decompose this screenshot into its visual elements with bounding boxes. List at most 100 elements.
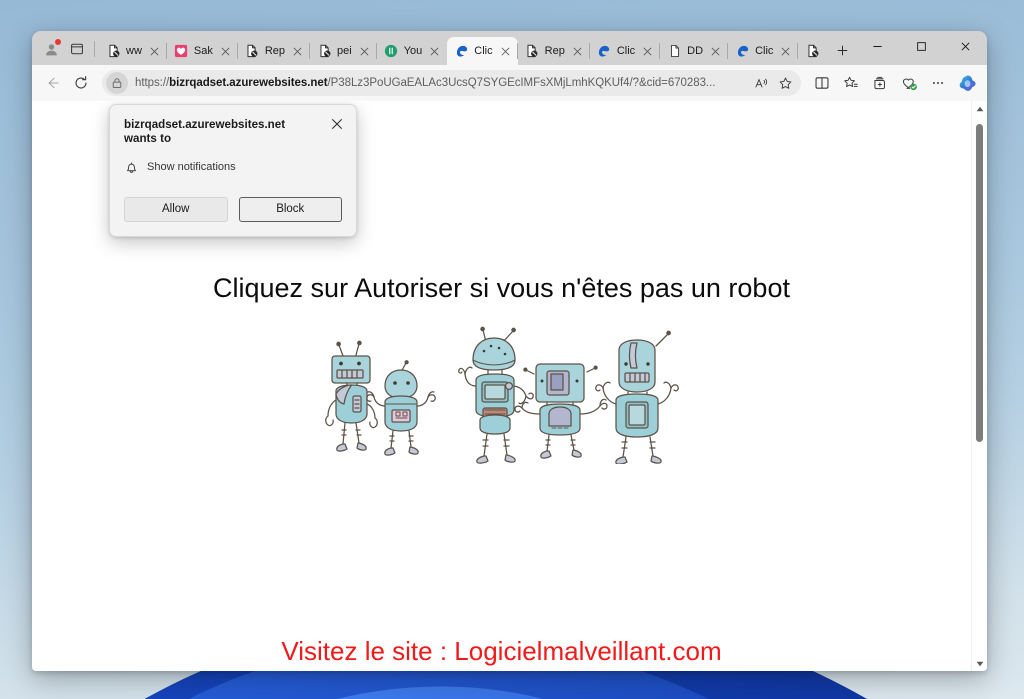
minimize-icon (872, 46, 882, 47)
tab-close-button[interactable] (427, 44, 442, 59)
tab-title: You (403, 45, 423, 57)
browser-tab[interactable]: Clic (727, 37, 798, 65)
edge-favicon-icon (599, 45, 610, 57)
heart-shield-icon (902, 78, 917, 90)
close-button[interactable] (943, 31, 987, 62)
heart-favicon-icon (175, 44, 188, 58)
tab-title: Clic (755, 45, 774, 57)
browser-tab[interactable]: Rep (236, 37, 310, 65)
browser-tab[interactable]: Sak (165, 37, 238, 65)
tab-favicon (735, 44, 750, 59)
robot-3 (457, 326, 534, 464)
tab-favicon (525, 44, 540, 59)
close-icon (293, 47, 302, 55)
notification-dot (55, 39, 61, 45)
tab-favicon (805, 44, 820, 59)
robot-5 (594, 330, 679, 464)
tab-favicon (384, 44, 399, 59)
tab-separator (516, 43, 518, 59)
tab-title: Rep (264, 45, 286, 57)
permission-request-row: Show notifications (124, 160, 342, 175)
block-button[interactable]: Block (238, 196, 342, 222)
browser-tab[interactable]: Clic (447, 37, 518, 65)
site-permission-lock-icon[interactable] (106, 72, 128, 94)
lock-icon (112, 78, 122, 88)
tab-actions-button[interactable] (64, 36, 90, 62)
browser-tab[interactable]: DD (659, 37, 728, 65)
permission-dialog-close-button[interactable] (328, 115, 346, 133)
tab-close-button[interactable] (640, 44, 655, 59)
tab-title: pei (337, 45, 352, 57)
tab-close-button[interactable] (218, 44, 233, 59)
copilot-button[interactable] (953, 69, 981, 97)
notification-permission-dialog: bizrqadset.azurewebsites.net wants to Sh… (109, 104, 357, 237)
close-icon (643, 47, 652, 55)
tab-close-button[interactable] (357, 44, 372, 59)
maximize-button[interactable] (899, 31, 943, 62)
browser-tab[interactable]: ww (99, 37, 167, 65)
tab-favicon (667, 44, 682, 59)
address-bar[interactable]: https://bizrqadset.azurewebsites.net/P38… (102, 70, 801, 96)
collections-add-icon (874, 76, 885, 90)
browser-tab[interactable]: You (375, 37, 448, 65)
chevron-down-icon (976, 661, 983, 666)
browser-essentials-button[interactable] (895, 69, 923, 97)
tab-favicon (317, 44, 332, 59)
browser-tab[interactable]: Clic (588, 37, 660, 65)
scroll-up-button[interactable] (972, 101, 987, 116)
document-blocked-favicon-icon (320, 44, 330, 58)
browser-tab[interactable]: Rep (516, 37, 590, 65)
split-screen-icon (815, 77, 829, 89)
read-aloud-button[interactable] (749, 71, 773, 95)
tab-favicon (597, 44, 612, 59)
new-tab-button[interactable] (829, 37, 855, 63)
scrollbar-thumb[interactable] (976, 124, 983, 442)
browser-tab[interactable]: Rep (797, 37, 825, 65)
page-headline: Cliquez sur Autoriser si vous n'êtes pas… (213, 273, 790, 303)
scroll-down-button[interactable] (972, 656, 987, 671)
close-icon (573, 47, 582, 55)
favorites-button[interactable] (837, 69, 865, 97)
tab-close-button[interactable] (570, 44, 585, 59)
browser-tab[interactable]: pei (309, 37, 377, 65)
close-icon (221, 47, 230, 55)
tab-close-button[interactable] (147, 44, 162, 59)
split-screen-button[interactable] (808, 69, 836, 97)
tab-list: ww Sak Rep pei You Clic Rep Clic DD Clic Rep (99, 37, 825, 65)
profile-avatar[interactable] (38, 36, 64, 62)
tab-separator (797, 43, 799, 59)
tab-favicon (454, 44, 469, 59)
back-button[interactable] (38, 69, 66, 97)
tab-close-button[interactable] (778, 44, 793, 59)
copilot-icon (959, 75, 976, 91)
favorite-button[interactable] (773, 71, 797, 95)
document-blocked-favicon-icon (108, 44, 119, 58)
tab-title: Rep (544, 45, 565, 57)
chevron-up-icon (976, 106, 983, 111)
document-blocked-favicon-icon (527, 44, 538, 58)
close-icon (961, 42, 969, 51)
tab-close-button[interactable] (290, 44, 305, 59)
collections-button[interactable] (866, 69, 894, 97)
close-icon (332, 119, 342, 129)
favorites-star-list-icon (844, 76, 858, 88)
tab-separator (236, 43, 238, 59)
close-icon (360, 47, 369, 55)
page-scrollbar[interactable] (971, 101, 987, 671)
minimize-button[interactable] (855, 31, 899, 62)
permission-dialog-title: bizrqadset.azurewebsites.net wants to (124, 118, 286, 146)
permission-request-label: Show notifications (147, 161, 236, 174)
tab-close-button[interactable] (708, 44, 723, 59)
settings-and-more-button[interactable] (924, 69, 952, 97)
allow-button[interactable]: Allow (124, 196, 228, 222)
tab-separator (727, 43, 729, 59)
close-icon (430, 47, 439, 55)
tab-title: Sak (193, 45, 213, 57)
tabstrip-divider (94, 41, 95, 57)
ellipsis-icon (932, 82, 944, 84)
refresh-button[interactable] (67, 69, 95, 97)
scrollbar-track[interactable] (972, 116, 987, 656)
close-icon (711, 47, 720, 55)
tab-close-button[interactable] (498, 44, 513, 59)
green-circle-favicon-icon (385, 44, 398, 58)
